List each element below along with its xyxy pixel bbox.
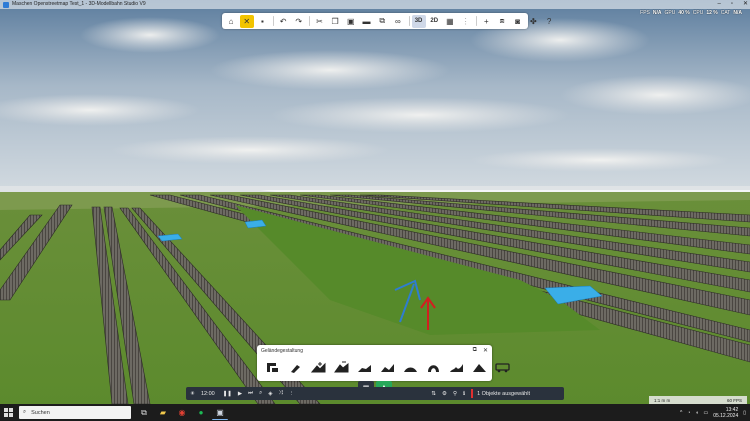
scale-distance: 1:1 m m xyxy=(654,397,671,403)
raise-terrain-icon[interactable] xyxy=(309,358,327,376)
play-icon[interactable]: ▶ xyxy=(238,391,242,397)
app-icon xyxy=(3,1,9,8)
battery-icon[interactable]: ▭ xyxy=(703,410,708,416)
save-icon[interactable]: ▪ xyxy=(255,15,269,28)
close-icon[interactable]: ✕ xyxy=(743,0,748,9)
terrain-panel-title: Geländegestaltung xyxy=(261,348,303,354)
undo-icon[interactable]: ↶ xyxy=(276,15,290,28)
system-tray: ^ ◔ ◖ ▭ 13:42 05.12.2024 ▯ xyxy=(680,404,746,421)
maximize-icon[interactable]: ▫ xyxy=(731,0,733,9)
network-icon[interactable]: ◔ xyxy=(687,410,690,416)
select-area-icon[interactable] xyxy=(263,358,281,376)
modellbahn-icon[interactable]: ▣ xyxy=(212,405,228,420)
plus-icon[interactable]: + xyxy=(479,15,493,28)
info-icon[interactable]: ℹ xyxy=(463,391,465,397)
toolbar-separator xyxy=(476,16,478,26)
popout-icon[interactable]: ⧉ xyxy=(473,347,477,354)
search-placeholder: Suchen xyxy=(31,409,50,416)
layers-icon[interactable]: ◈ xyxy=(268,391,272,397)
file-explorer-icon[interactable]: ▰ xyxy=(155,405,171,420)
time-display[interactable]: 12:00 xyxy=(201,391,215,397)
minimize-icon[interactable]: – xyxy=(717,0,720,9)
link-icon[interactable]: ∞ xyxy=(391,15,405,28)
camera-icon[interactable]: ◙ xyxy=(511,15,525,28)
paste-icon[interactable]: ▣ xyxy=(344,15,358,28)
pause-icon[interactable]: ❚❚ xyxy=(223,391,232,397)
search-icon[interactable]: ⌕ xyxy=(259,390,262,397)
toolbar-separator xyxy=(408,16,410,26)
group-icon[interactable]: ⧉ xyxy=(375,15,389,28)
notification-icon[interactable]: ▯ xyxy=(743,410,746,416)
redo-icon[interactable]: ↷ xyxy=(292,15,306,28)
cpu-value: 12 % xyxy=(706,10,718,16)
hill-icon[interactable] xyxy=(424,358,442,376)
railcar-icon[interactable] xyxy=(493,358,511,376)
scale-indicator: 1:1 m m 60 FPS xyxy=(649,396,747,404)
shuffle-icon[interactable]: ⤨ xyxy=(278,390,282,397)
signal-icon[interactable]: ⋮ xyxy=(289,391,295,397)
fast-forward-icon[interactable]: ⏭ xyxy=(248,390,253,397)
transform-icon[interactable]: ⇅ xyxy=(431,391,436,397)
main-toolbar: ⌂ ✕ ▪ ↶ ↷ ✂ ❐ ▣ ▬ ⧉ ∞ 3D 2D ▦ ⋮ + ⧈ ◙ ✤? xyxy=(222,13,551,29)
close-icon[interactable]: ✕ xyxy=(483,347,488,354)
search-icon: ⌕ xyxy=(23,409,27,415)
performance-stats: FPS N/A GPU 40 % CPU 12 % CAT N/A xyxy=(640,10,742,16)
window-title: Maschen Openstreetmap Test_1 - 3D-Modell… xyxy=(12,1,146,7)
toolbar-separator xyxy=(273,16,275,26)
view-3d-button[interactable]: 3D xyxy=(411,14,426,28)
cat-value: N/A xyxy=(733,10,742,16)
brush-icon[interactable] xyxy=(286,358,304,376)
lower-terrain-icon[interactable] xyxy=(332,358,350,376)
taskbar: ⌕ Suchen ⧉ ▰ ◉ ● ▣ ^ ◔ ◖ ▭ 13:42 05.12.2024 … xyxy=(0,404,750,421)
spotify-icon[interactable]: ● xyxy=(193,405,209,420)
level-terrain-icon[interactable] xyxy=(401,358,419,376)
trash-icon[interactable]: ▬ xyxy=(360,15,374,28)
view-2d-button[interactable]: 2D xyxy=(427,15,441,28)
gpu-label: GPU xyxy=(664,10,676,16)
smooth-terrain-icon[interactable] xyxy=(378,358,396,376)
chevron-up-icon[interactable]: ^ xyxy=(680,410,682,416)
tunnel-icon[interactable] xyxy=(447,358,465,376)
chrome-icon[interactable]: ◉ xyxy=(174,405,190,420)
fps-counter: 60 FPS xyxy=(726,397,742,403)
gpu-value: 40 % xyxy=(678,10,690,16)
help-icon[interactable]: ? xyxy=(542,15,556,28)
fps-value: N/A xyxy=(652,10,662,16)
terrain-panel: Geländegestaltung ⧉ ✕ xyxy=(257,345,510,381)
cat-label: CAT xyxy=(720,10,731,16)
window-titlebar: Maschen Openstreetmap Test_1 - 3D-Modell… xyxy=(0,0,750,9)
cpu-label: CPU xyxy=(692,10,704,16)
settings-icon[interactable]: ⚙ xyxy=(442,391,447,397)
sun-icon[interactable]: ☀ xyxy=(190,391,195,397)
selection-status: 1 Objekte ausgewählt xyxy=(477,390,530,397)
clock[interactable]: 13:42 05.12.2024 xyxy=(713,407,738,419)
fps-label: FPS xyxy=(640,10,650,16)
selection-indicator xyxy=(471,389,474,398)
snap-icon[interactable]: ⋮ xyxy=(459,15,473,28)
search-box[interactable]: ⌕ Suchen xyxy=(19,406,131,419)
tools-icon[interactable]: ✕ xyxy=(239,14,254,28)
volume-icon[interactable]: ◖ xyxy=(695,410,698,416)
start-button[interactable] xyxy=(0,404,16,421)
grid-icon[interactable]: ▦ xyxy=(443,15,457,28)
random-terrain-icon[interactable] xyxy=(470,358,488,376)
layers-icon[interactable]: ⧈ xyxy=(495,15,509,28)
home-icon[interactable]: ⌂ xyxy=(224,15,238,28)
clock-date: 05.12.2024 xyxy=(713,412,739,419)
flatten-terrain-icon[interactable] xyxy=(355,358,373,376)
network-icon[interactable]: ⚲ xyxy=(453,391,457,397)
toolbar-separator xyxy=(309,16,311,26)
windows-icon xyxy=(3,408,13,417)
puzzle-icon[interactable]: ✤ xyxy=(526,15,540,28)
bottom-bar: ☀ 12:00 ❚❚ ▶ ⏭ ⌕ ◈ ⤨ ⋮ ⇅ ⚙ ⚲ ℹ 1 Objekte… xyxy=(186,387,564,400)
copy-icon[interactable]: ❐ xyxy=(328,15,342,28)
scissors-icon[interactable]: ✂ xyxy=(312,15,326,28)
task-view-icon[interactable]: ⧉ xyxy=(136,405,152,420)
